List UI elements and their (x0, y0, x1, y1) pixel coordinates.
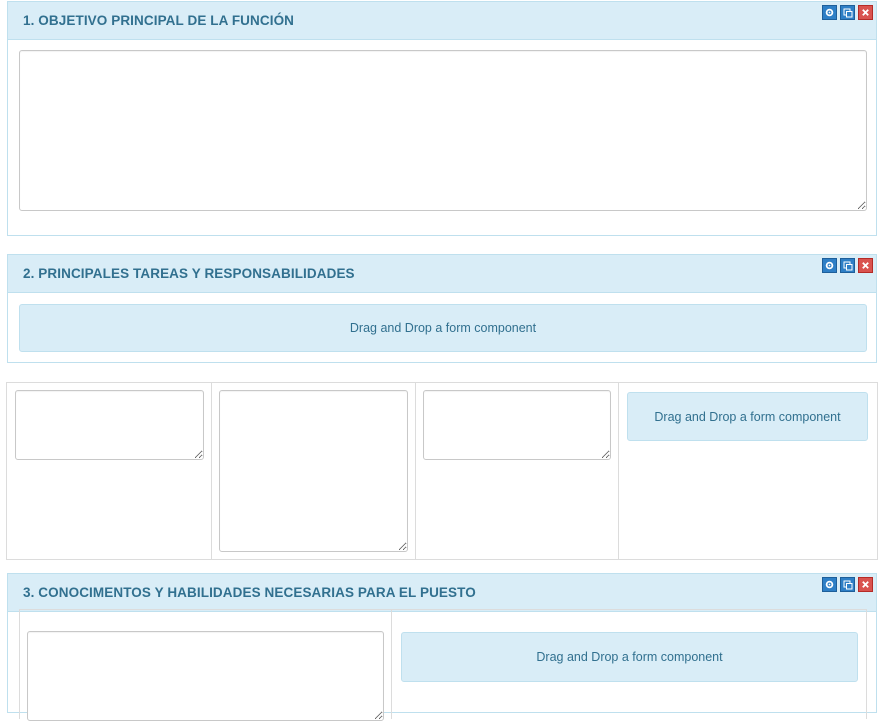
column-divider (211, 383, 212, 559)
section-3-header[interactable]: 3. CONOCIMENTOS Y HABILIDADES NECESARIAS… (8, 574, 876, 612)
section-1-tools (822, 5, 873, 20)
objective-textarea[interactable] (19, 50, 867, 211)
column-1-textarea[interactable] (15, 390, 204, 460)
close-icon[interactable] (858, 577, 873, 592)
column-4-dropzone[interactable]: Drag and Drop a form component (627, 392, 868, 441)
section-2-tools (822, 258, 873, 273)
section-3-tools (822, 577, 873, 592)
section-3-dropzone[interactable]: Drag and Drop a form component (401, 632, 858, 682)
column-3-textarea[interactable] (423, 390, 611, 460)
close-icon[interactable] (858, 258, 873, 273)
gear-icon[interactable] (822, 577, 837, 592)
section-3-panel: 3. CONOCIMENTOS Y HABILIDADES NECESARIAS… (7, 573, 877, 721)
column-divider (415, 383, 416, 559)
copy-icon[interactable] (840, 258, 855, 273)
section-1-panel: 1. OBJETIVO PRINCIPAL DE LA FUNCIÓN (7, 1, 877, 236)
close-icon[interactable] (858, 5, 873, 20)
section-1-header[interactable]: 1. OBJETIVO PRINCIPAL DE LA FUNCIÓN (8, 2, 876, 40)
gear-icon[interactable] (822, 258, 837, 273)
gear-icon[interactable] (822, 5, 837, 20)
section-1-title: 1. OBJETIVO PRINCIPAL DE LA FUNCIÓN (23, 13, 295, 28)
section-2-dropzone[interactable]: Drag and Drop a form component (19, 304, 867, 352)
section-3-title: 3. CONOCIMENTOS Y HABILIDADES NECESARIAS… (23, 585, 476, 600)
column-divider (391, 610, 392, 719)
knowledge-textarea[interactable] (27, 631, 384, 721)
columns-row: Drag and Drop a form component (6, 382, 878, 560)
copy-icon[interactable] (840, 577, 855, 592)
section-2-header[interactable]: 2. PRINCIPALES TAREAS Y RESPONSABILIDADE… (8, 255, 876, 293)
column-divider (618, 383, 619, 559)
column-2-textarea[interactable] (219, 390, 408, 552)
copy-icon[interactable] (840, 5, 855, 20)
section-2-title: 2. PRINCIPALES TAREAS Y RESPONSABILIDADE… (23, 266, 355, 281)
section-2-panel: 2. PRINCIPALES TAREAS Y RESPONSABILIDADE… (7, 254, 877, 363)
